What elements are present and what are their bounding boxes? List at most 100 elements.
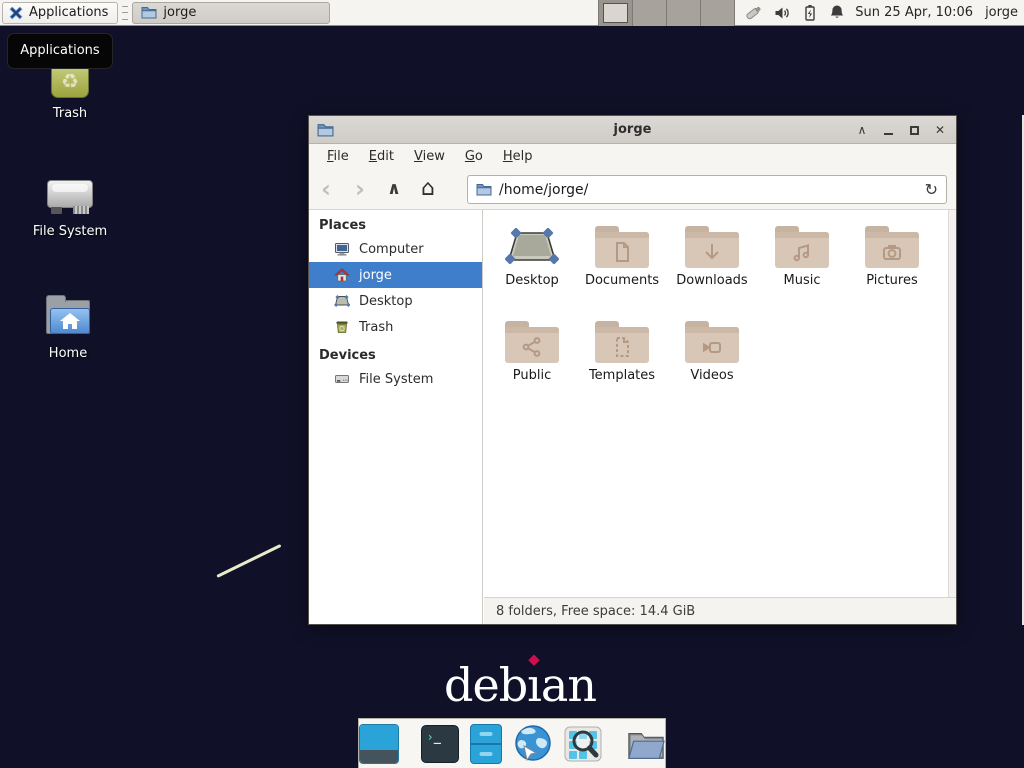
applications-menu-label: Applications — [29, 5, 108, 20]
folder-pictures[interactable]: Pictures — [847, 223, 937, 303]
back-button[interactable]: ‹ — [309, 171, 343, 207]
show-desktop-icon — [359, 724, 399, 764]
close-button[interactable]: ✕ — [932, 122, 948, 138]
folder-label: Pictures — [847, 273, 937, 288]
folder-downloads[interactable]: Downloads — [667, 223, 757, 303]
workspace-switcher — [598, 0, 735, 26]
sidebar-item-label: Computer — [359, 242, 424, 257]
home-button[interactable]: ⌂ — [411, 170, 445, 208]
system-tray — [743, 4, 845, 22]
forward-button[interactable]: › — [343, 171, 377, 207]
home-folder-icon — [44, 292, 92, 340]
notifications-bell-icon[interactable] — [829, 4, 845, 21]
sidebar-item-trash[interactable]: Trash — [309, 314, 482, 340]
applications-menu-button[interactable]: Applications — [2, 2, 118, 24]
documents-emblem-icon — [610, 240, 634, 264]
wallpaper-swirl-line — [216, 544, 281, 578]
maximize-button[interactable] — [906, 122, 922, 138]
path-bar[interactable]: /home/jorge/ ↻ — [467, 175, 947, 204]
desktop-icon-home[interactable]: Home — [20, 292, 116, 361]
app-finder-icon — [564, 724, 604, 764]
pictures-emblem-icon — [880, 240, 904, 264]
hard-drive-icon — [334, 371, 350, 387]
desktop-icon — [334, 293, 350, 309]
taskbar-window-button[interactable]: jorge — [132, 2, 330, 24]
window-titlebar[interactable]: jorge ∧ ✕ — [309, 116, 956, 144]
panel-clock[interactable]: Sun 25 Apr, 10:06 — [855, 5, 973, 20]
path-input[interactable]: /home/jorge/ — [499, 182, 918, 198]
sidebar-item-label: File System — [359, 372, 433, 387]
sidebar-item-label: jorge — [359, 268, 392, 283]
sidebar-item-jorge[interactable]: jorge — [309, 262, 482, 288]
show-desktop-launcher[interactable] — [359, 724, 399, 764]
status-bar: 8 folders, Free space: 14.4 GiB — [484, 597, 956, 624]
workspace-2[interactable] — [633, 0, 667, 26]
workspace-4[interactable] — [701, 0, 735, 26]
debian-logo: debıan — [440, 658, 600, 712]
folder-icon — [141, 5, 157, 20]
terminal-launcher[interactable]: ›_ — [421, 724, 459, 764]
menu-bar: File Edit View Go Help — [309, 144, 956, 169]
menu-view[interactable]: View — [404, 144, 455, 169]
folder-desktop[interactable]: Desktop — [487, 223, 577, 303]
file-cabinet-launcher[interactable] — [470, 724, 502, 764]
up-button[interactable]: ∧ — [377, 170, 411, 208]
desktop-icon-label: File System — [22, 224, 118, 239]
music-emblem-icon — [790, 240, 814, 264]
sidebar-item-file-system[interactable]: File System — [309, 366, 482, 392]
folder-icon — [505, 321, 559, 363]
open-folder-icon — [626, 725, 666, 763]
folder-label: Documents — [577, 273, 667, 288]
menu-file[interactable]: File — [317, 144, 359, 169]
workspace-3[interactable] — [667, 0, 701, 26]
directory-menu-launcher[interactable] — [626, 724, 666, 764]
folder-icon — [685, 321, 739, 363]
battery-charging-icon[interactable] — [802, 4, 818, 21]
sidebar-item-desktop[interactable]: Desktop — [309, 288, 482, 314]
folder-view[interactable]: Desktop Documents Downloads — [484, 210, 956, 597]
folder-public[interactable]: Public — [487, 318, 577, 398]
toolbar: ‹ › ∧ ⌂ /home/jorge/ ↻ — [309, 169, 956, 210]
templates-emblem-icon — [610, 335, 634, 359]
web-browser-launcher[interactable] — [513, 724, 553, 764]
globe-browser-icon — [513, 724, 553, 764]
bottom-dock: ›_ — [358, 718, 666, 768]
folder-documents[interactable]: Documents — [577, 223, 667, 303]
folder-icon — [595, 226, 649, 268]
sidebar: Places Computer jorge — [309, 210, 483, 624]
folder-music[interactable]: Music — [757, 223, 847, 303]
panel-username[interactable]: jorge — [985, 5, 1018, 20]
applications-tooltip: Applications — [7, 33, 113, 69]
file-manager-window: jorge ∧ ✕ File Edit View Go Help ‹ › ∧ ⌂… — [308, 115, 957, 625]
volume-icon[interactable] — [774, 5, 791, 21]
folder-icon — [865, 226, 919, 268]
menu-go[interactable]: Go — [455, 144, 493, 169]
status-text: 8 folders, Free space: 14.4 GiB — [496, 604, 695, 619]
menu-edit[interactable]: Edit — [359, 144, 404, 169]
hard-drive-icon — [46, 170, 94, 218]
workspace-1[interactable] — [599, 0, 633, 26]
terminal-icon: ›_ — [421, 725, 459, 763]
folder-templates[interactable]: Templates — [577, 318, 667, 398]
folder-label: Templates — [577, 368, 667, 383]
sidebar-item-label: Trash — [359, 320, 393, 335]
sidebar-item-computer[interactable]: Computer — [309, 236, 482, 262]
minimize-button[interactable] — [880, 122, 896, 138]
application-finder-launcher[interactable] — [564, 724, 604, 764]
desktop-icon-file-system[interactable]: File System — [22, 170, 118, 239]
shade-button[interactable]: ∧ — [854, 122, 870, 138]
downloads-emblem-icon — [700, 240, 724, 264]
stylus-tablet-icon[interactable] — [743, 4, 763, 22]
public-emblem-icon — [520, 335, 544, 359]
folder-videos[interactable]: Videos — [667, 318, 757, 398]
reload-icon[interactable]: ↻ — [925, 180, 938, 199]
menu-help[interactable]: Help — [493, 144, 543, 169]
trash-icon — [334, 319, 350, 335]
folder-icon — [685, 226, 739, 268]
folder-label: Public — [487, 368, 577, 383]
taskbar-grip-handle[interactable] — [121, 6, 129, 20]
folder-icon — [775, 226, 829, 268]
folder-label: Music — [757, 273, 847, 288]
sidebar-header-places: Places — [319, 216, 482, 236]
videos-emblem-icon — [700, 335, 724, 359]
